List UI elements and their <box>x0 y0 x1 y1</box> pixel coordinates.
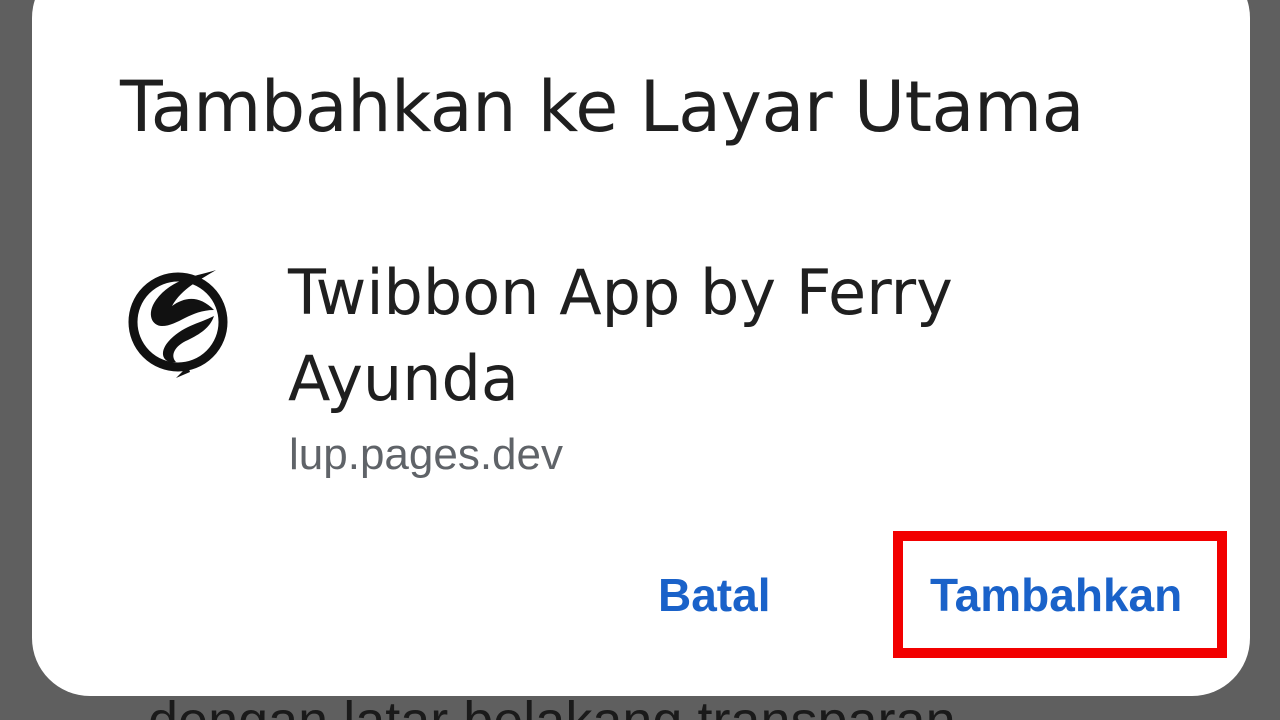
twibbon-logo-icon <box>128 266 236 378</box>
app-name: Twibbon App by Ferry Ayunda <box>288 256 953 415</box>
add-to-home-screen-dialog: Tambahkan ke Layar Utama Twibbon App by … <box>32 0 1250 696</box>
app-url: lup.pages.dev <box>289 430 563 479</box>
dialog-title: Tambahkan ke Layar Utama <box>120 66 1085 148</box>
cancel-button[interactable]: Batal <box>658 572 770 618</box>
add-button[interactable]: Tambahkan <box>930 572 1182 618</box>
